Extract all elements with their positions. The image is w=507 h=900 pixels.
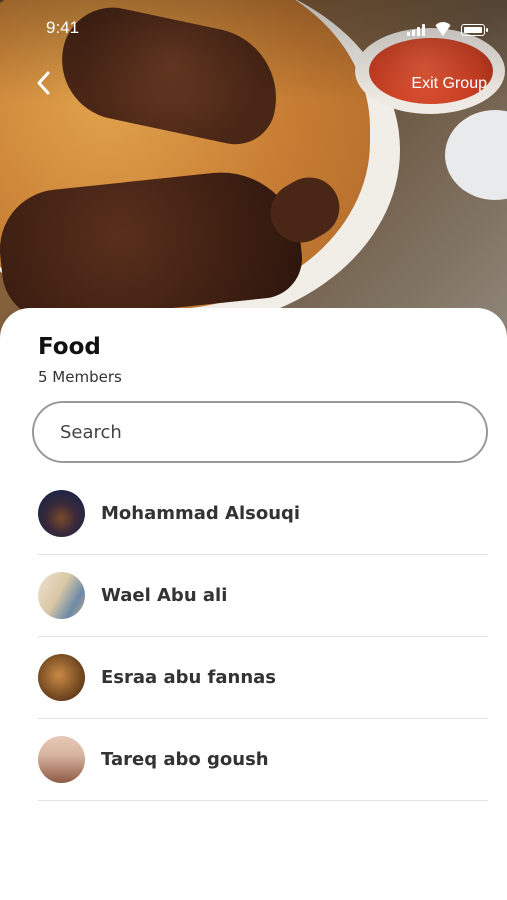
- battery-icon: [461, 24, 488, 36]
- search-field[interactable]: [32, 401, 488, 463]
- member-name: Wael Abu ali: [101, 585, 228, 606]
- avatar: [38, 572, 85, 619]
- signal-icon: [407, 24, 425, 36]
- search-input[interactable]: [60, 421, 486, 443]
- back-button[interactable]: [30, 68, 58, 98]
- member-row[interactable]: Mohammad Alsouqi: [38, 473, 488, 555]
- member-name: Tareq abo goush: [101, 749, 269, 770]
- member-row[interactable]: Tareq abo goush: [38, 719, 488, 801]
- group-sheet: Food 5 Members Mohammad Alsouqi Wael Abu…: [0, 308, 507, 900]
- status-icons: [407, 22, 488, 36]
- hero-image: [0, 0, 507, 340]
- avatar: [38, 736, 85, 783]
- member-name: Mohammad Alsouqi: [101, 503, 301, 524]
- member-row[interactable]: Wael Abu ali: [38, 555, 488, 637]
- status-time: 9:41: [46, 18, 80, 37]
- avatar: [38, 654, 85, 701]
- members-count: 5 Members: [38, 368, 122, 386]
- member-row[interactable]: Esraa abu fannas: [38, 637, 488, 719]
- group-title: Food: [38, 334, 101, 360]
- wifi-icon: [433, 22, 453, 36]
- member-name: Esraa abu fannas: [101, 667, 277, 688]
- member-list: Mohammad Alsouqi Wael Abu ali Esraa abu …: [38, 473, 488, 801]
- exit-group-button[interactable]: Exit Group: [411, 75, 487, 93]
- avatar: [38, 490, 85, 537]
- chevron-left-icon: [37, 71, 50, 95]
